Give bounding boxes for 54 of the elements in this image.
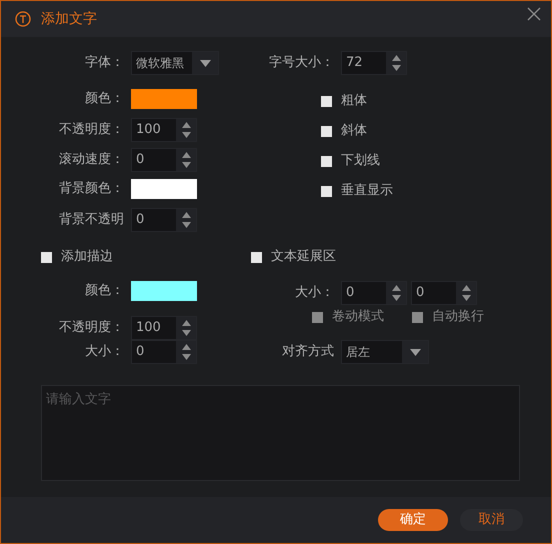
spin-field[interactable]: 72 <box>341 51 407 75</box>
down-arrow-icon[interactable] <box>182 162 190 168</box>
up-arrow-icon[interactable] <box>392 55 400 61</box>
cancel-button[interactable]: 取消 <box>460 509 523 531</box>
down-arrow-icon[interactable] <box>462 295 470 301</box>
color-swatch[interactable] <box>131 179 197 199</box>
down-arrow-icon[interactable] <box>182 132 190 138</box>
down-arrow-icon[interactable] <box>182 354 190 360</box>
field-label: 不透明度： <box>58 121 124 140</box>
up-arrow-icon[interactable] <box>182 122 190 128</box>
up-arrow-icon[interactable] <box>182 212 190 218</box>
field-label: 不透明度： <box>58 319 124 338</box>
caret-icon <box>410 348 420 356</box>
caret-icon <box>200 60 210 66</box>
field-label: 滚动速度： <box>58 151 124 170</box>
spin-field[interactable]: 0 <box>131 148 197 172</box>
down-arrow-icon[interactable] <box>182 222 190 228</box>
field-label: 字体： <box>84 54 124 72</box>
checkbox[interactable]: 垂直显示 <box>321 181 393 201</box>
down-arrow-icon[interactable] <box>182 330 190 336</box>
field-label: 字号大小： <box>268 54 334 72</box>
text-input[interactable]: 请输入文字 <box>41 385 520 481</box>
spin-field[interactable]: 0 <box>411 281 477 305</box>
checkbox[interactable]: 斜体 <box>321 121 367 141</box>
window-title: 添加文字 <box>41 10 97 28</box>
down-arrow-icon[interactable] <box>392 65 400 71</box>
close-icon[interactable] <box>527 7 541 21</box>
field-label: 背景颜色： <box>58 180 124 198</box>
dropdown[interactable]: 微软雅黑 <box>131 51 219 75</box>
up-arrow-icon[interactable] <box>182 320 190 326</box>
checkbox[interactable]: 粗体 <box>321 91 367 111</box>
spin-field[interactable]: 0 <box>131 208 197 232</box>
field-label: 大小： <box>84 343 124 362</box>
down-arrow-icon[interactable] <box>392 295 400 301</box>
up-arrow-icon[interactable] <box>182 152 190 158</box>
field-label: 大小： <box>294 284 334 302</box>
spin-field[interactable]: 100 <box>131 316 197 340</box>
checkbox[interactable]: 下划线 <box>321 151 380 171</box>
spin-field[interactable]: 100 <box>131 118 197 142</box>
checkbox[interactable]: 添加描边 <box>41 247 113 267</box>
checkbox[interactable]: 文本延展区 <box>251 247 336 267</box>
field-label: 对齐方式 <box>281 343 334 362</box>
color-swatch[interactable] <box>131 281 197 301</box>
up-arrow-icon[interactable] <box>392 285 400 291</box>
up-arrow-icon[interactable] <box>182 344 190 350</box>
field-label: 颜色： <box>84 282 124 300</box>
up-arrow-icon[interactable] <box>462 285 470 291</box>
spin-field[interactable]: 0 <box>131 340 197 364</box>
dropdown[interactable]: 居左 <box>341 340 429 364</box>
field-label: 背景不透明 <box>58 211 124 230</box>
field-label: 颜色： <box>84 90 124 108</box>
text-icon <box>15 11 31 27</box>
spin-field[interactable]: 0 <box>341 281 407 305</box>
color-swatch[interactable] <box>131 89 197 109</box>
